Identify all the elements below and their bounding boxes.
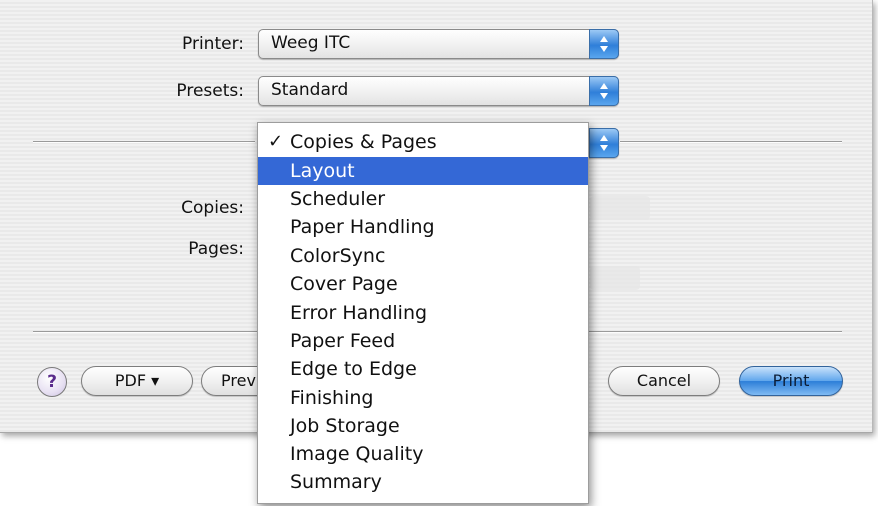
menu-item-colorsync[interactable]: ColorSync — [258, 242, 588, 270]
menu-item-cover-page[interactable]: Cover Page — [258, 270, 588, 298]
pages-label: Pages: — [188, 239, 244, 259]
menu-item-image-quality[interactable]: Image Quality — [258, 440, 588, 468]
printer-label: Printer: — [182, 34, 244, 54]
pdf-button[interactable]: PDF ▾ — [81, 366, 193, 396]
help-button[interactable]: ? — [37, 367, 67, 397]
presets-label: Presets: — [176, 81, 244, 101]
menu-item-copies-pages[interactable]: ✓ Copies & Pages — [258, 128, 588, 156]
panel-popup-arrows-icon — [589, 128, 619, 158]
menu-item-finishing[interactable]: Finishing — [258, 384, 588, 412]
separator-left — [33, 141, 255, 143]
menu-item-paper-feed[interactable]: Paper Feed — [258, 327, 588, 355]
menu-item-layout[interactable]: Layout — [258, 157, 588, 185]
pages-field-remnant — [590, 266, 640, 290]
copies-label: Copies: — [181, 198, 244, 218]
presets-popup[interactable]: Standard — [258, 76, 619, 106]
menu-item-error-handling[interactable]: Error Handling — [258, 299, 588, 327]
menu-item-job-storage[interactable]: Job Storage — [258, 412, 588, 440]
separator-right — [620, 141, 842, 143]
menu-item-scheduler[interactable]: Scheduler — [258, 185, 588, 213]
printer-popup-arrows-icon — [589, 29, 619, 59]
cancel-button[interactable]: Cancel — [608, 366, 720, 396]
print-button[interactable]: Print — [739, 366, 843, 396]
checkmark-icon: ✓ — [268, 131, 284, 152]
menu-item-paper-handling[interactable]: Paper Handling — [258, 213, 588, 241]
printer-popup[interactable]: Weeg ITC — [258, 29, 619, 59]
menu-item-edge-to-edge[interactable]: Edge to Edge — [258, 355, 588, 383]
panel-dropdown-menu: ✓ Copies & Pages Layout Scheduler Paper … — [257, 122, 589, 504]
printer-value: Weeg ITC — [271, 33, 351, 53]
copies-field-remnant — [590, 196, 650, 220]
presets-value: Standard — [271, 80, 349, 100]
menu-item-summary[interactable]: Summary — [258, 468, 588, 496]
presets-popup-arrows-icon — [589, 76, 619, 106]
